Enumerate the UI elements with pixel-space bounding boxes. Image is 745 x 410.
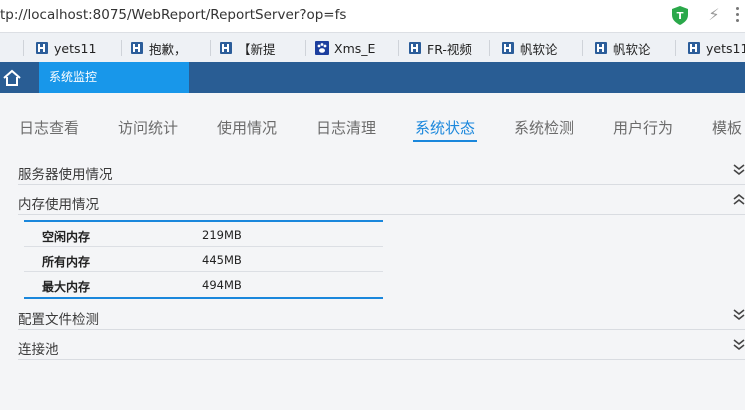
main-content: 日志查看 访问统计 使用情况 日志清理 系统状态 系统检测 用户行为 模板 服务… [0, 93, 745, 410]
section-server-usage[interactable]: 服务器使用情况 [18, 155, 745, 185]
fanruan-logo-icon [687, 41, 701, 55]
paw-icon [315, 41, 329, 55]
section-title: 内存使用情况 [18, 197, 99, 213]
address-bar: tp://localhost:8075/WebReport/ReportServ… [0, 0, 745, 32]
bookmark-label: 抱歉， [149, 41, 186, 57]
bookmark-item[interactable]: 帆软论 [594, 37, 656, 59]
bookmark-label: 帆软论 [520, 41, 558, 57]
bookmark-item[interactable]: yets11 [687, 37, 745, 59]
bookmark-separator [582, 40, 583, 56]
chevron-double-up-icon[interactable] [733, 191, 745, 207]
memory-label: 空闲内存 [42, 230, 91, 244]
fanruan-logo-icon [594, 41, 608, 55]
section-title: 配置文件检测 [18, 312, 99, 328]
section-memory-usage[interactable]: 内存使用情况 [18, 185, 745, 215]
tab-system-check[interactable]: 系统检测 [514, 117, 574, 138]
tab-usage[interactable]: 使用情况 [217, 117, 277, 138]
memory-label: 所有内存 [42, 255, 91, 269]
bookmark-item[interactable]: 帆软论 [501, 37, 559, 59]
browser-window: tp://localhost:8075/WebReport/ReportServ… [0, 0, 745, 410]
tab-system-monitor[interactable]: 系统监控 [39, 62, 189, 93]
bookmark-label: yets11 [54, 40, 97, 56]
memory-value: 219MB [202, 228, 242, 242]
table-row: 空闲内存 219MB [24, 222, 383, 247]
fanruan-logo-icon [130, 41, 144, 55]
table-row: 最大内存 494MB [24, 272, 383, 297]
bookmark-separator [489, 40, 490, 56]
bookmark-label: yets11 [706, 40, 745, 56]
bookmark-label: 帆软论 [613, 41, 651, 57]
bookmark-item[interactable]: 【新提 [219, 37, 283, 59]
bookmark-separator [210, 40, 211, 56]
app-header: 系统监控 [0, 62, 745, 93]
chevron-double-down-icon[interactable] [733, 336, 745, 352]
monitor-nav-tabs: 日志查看 访问统计 使用情况 日志清理 系统状态 系统检测 用户行为 模板 [0, 93, 745, 143]
memory-value: 445MB [202, 253, 242, 267]
section-title: 连接池 [18, 342, 59, 358]
home-icon[interactable] [0, 62, 24, 93]
bookmark-separator [398, 40, 399, 56]
memory-table: 空闲内存 219MB 所有内存 445MB 最大内存 494MB [24, 220, 383, 299]
bookmark-label: FR-视频 [427, 41, 472, 57]
bookmark-separator [23, 40, 24, 56]
more-menu-icon[interactable] [730, 4, 745, 26]
svg-text:T: T [677, 11, 684, 22]
shield-extension-icon[interactable]: T [669, 4, 691, 26]
bookmark-separator [305, 40, 306, 56]
tab-template[interactable]: 模板 [712, 117, 742, 138]
bookmarks-bar: yets11 抱歉， 【新提 Xms_E FR-视频 帆软论 帆软论 yets1… [0, 32, 745, 62]
bookmark-item[interactable]: FR-视频 [408, 37, 473, 59]
table-row: 所有内存 445MB [24, 247, 383, 272]
tab-log-cleanup[interactable]: 日志清理 [316, 117, 376, 138]
chevron-double-down-icon[interactable] [733, 306, 745, 322]
section-connection-pool[interactable]: 连接池 [18, 330, 745, 360]
bookmark-label: Xms_E [334, 40, 376, 56]
tab-log-view[interactable]: 日志查看 [19, 117, 79, 138]
bookmark-item[interactable]: yets11 [35, 37, 97, 59]
bookmark-label: 【新提 [238, 41, 276, 57]
url-field[interactable]: tp://localhost:8075/WebReport/ReportServ… [0, 7, 346, 23]
chevron-double-down-icon[interactable] [733, 161, 745, 177]
fanruan-logo-icon [219, 41, 233, 55]
tab-access-stats[interactable]: 访问统计 [118, 117, 178, 138]
fanruan-logo-icon [408, 41, 422, 55]
fanruan-logo-icon [35, 41, 49, 55]
tab-system-status[interactable]: 系统状态 [415, 117, 475, 138]
bolt-extension-icon[interactable]: ⚡ [703, 4, 725, 26]
bookmark-item[interactable]: Xms_E [315, 37, 381, 59]
section-config-check[interactable]: 配置文件检测 [18, 300, 745, 330]
section-title: 服务器使用情况 [18, 167, 113, 183]
bookmark-separator [675, 40, 676, 56]
fanruan-logo-icon [501, 41, 515, 55]
memory-value: 494MB [202, 278, 242, 292]
bookmark-item[interactable]: 抱歉， [130, 37, 186, 59]
tab-user-behavior[interactable]: 用户行为 [613, 117, 673, 138]
bookmark-separator [121, 40, 122, 56]
memory-label: 最大内存 [42, 280, 91, 294]
active-tab-indicator [413, 140, 477, 142]
